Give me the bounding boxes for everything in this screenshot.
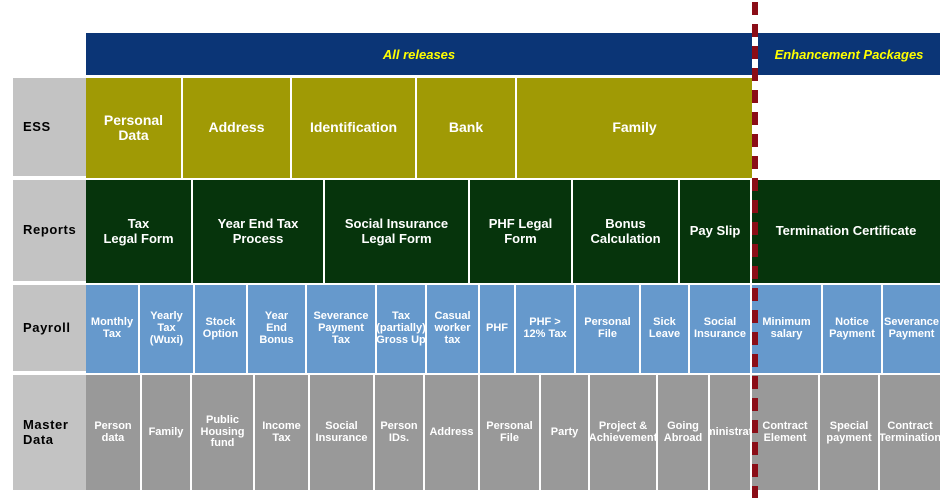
banner-all-releases: All releases xyxy=(86,33,752,75)
row-label-master-data: Master Data xyxy=(13,375,86,490)
banner-enhancement-packages: Enhancement Packages xyxy=(758,33,940,75)
reports-cell[interactable]: Termination Certificate xyxy=(752,180,940,283)
row-label-reports: Reports xyxy=(13,180,86,283)
reports-cell[interactable]: PHF Legal Form xyxy=(470,180,573,283)
ess-cell[interactable]: Address xyxy=(183,78,292,178)
payroll-cell[interactable]: Minimum salary xyxy=(752,285,823,373)
reports-cell[interactable]: Tax Legal Form xyxy=(86,180,193,283)
payroll-cell[interactable]: Casual worker tax xyxy=(427,285,480,373)
master-data-cell[interactable]: Address xyxy=(425,375,480,490)
master-data-cell[interactable]: Social Insurance xyxy=(310,375,375,490)
row-label-ess: ESS xyxy=(13,78,86,178)
reports-cell[interactable]: Pay Slip xyxy=(680,180,752,283)
payroll-cell[interactable]: Yearly Tax (Wuxi) xyxy=(140,285,195,373)
payroll-cell[interactable]: Monthly Tax xyxy=(86,285,140,373)
master-data-cell[interactable]: Personal File xyxy=(480,375,541,490)
master-data-cell[interactable]: Person data xyxy=(86,375,142,490)
payroll-cell[interactable]: Social Insurance xyxy=(690,285,752,373)
master-data-cell[interactable]: Contract Termination xyxy=(880,375,940,490)
banner-enhancement-packages-label: Enhancement Packages xyxy=(774,46,924,62)
scope-matrix-diagram: All releases Enhancement Packages ESS Per… xyxy=(0,0,950,500)
payroll-cell[interactable]: PHF > 12% Tax xyxy=(516,285,576,373)
payroll-cell[interactable]: Notice Payment xyxy=(823,285,883,373)
master-data-cell[interactable]: Going Abroad xyxy=(658,375,710,490)
master-data-cell[interactable]: Public Housing fund xyxy=(192,375,255,490)
master-data-cell[interactable]: Party xyxy=(541,375,590,490)
master-data-cell[interactable]: Administration xyxy=(710,375,752,490)
payroll-cell[interactable]: Tax (partially) Gross Up xyxy=(377,285,427,373)
ess-cell[interactable]: Family xyxy=(517,78,752,178)
master-data-cell[interactable]: Person IDs. xyxy=(375,375,425,490)
banner-all-releases-label: All releases xyxy=(382,46,456,62)
row-label-payroll: Payroll xyxy=(13,285,86,373)
payroll-cell[interactable]: Severance Payment Tax xyxy=(307,285,377,373)
payroll-cell[interactable]: Stock Option xyxy=(195,285,248,373)
ess-cell[interactable]: Personal Data xyxy=(86,78,183,178)
reports-cell[interactable]: Year End Tax Process xyxy=(193,180,325,283)
master-data-cell[interactable]: Family xyxy=(142,375,192,490)
reports-cell[interactable]: Social Insurance Legal Form xyxy=(325,180,470,283)
payroll-cell[interactable]: Sick Leave xyxy=(641,285,690,373)
reports-cell[interactable]: Bonus Calculation xyxy=(573,180,680,283)
payroll-cell[interactable]: Year End Bonus xyxy=(248,285,307,373)
master-data-cell[interactable]: Contract Element xyxy=(752,375,820,490)
ess-cell[interactable]: Identification xyxy=(292,78,417,178)
payroll-cell[interactable]: Severance Payment xyxy=(883,285,940,373)
payroll-cell[interactable]: PHF xyxy=(480,285,516,373)
master-data-cell[interactable]: Income Tax xyxy=(255,375,310,490)
release-divider-icon xyxy=(752,2,758,498)
master-data-cell[interactable]: Project & Achievement xyxy=(590,375,658,490)
payroll-cell[interactable]: Personal File xyxy=(576,285,641,373)
ess-cell[interactable]: Bank xyxy=(417,78,517,178)
master-data-cell[interactable]: Special payment xyxy=(820,375,880,490)
